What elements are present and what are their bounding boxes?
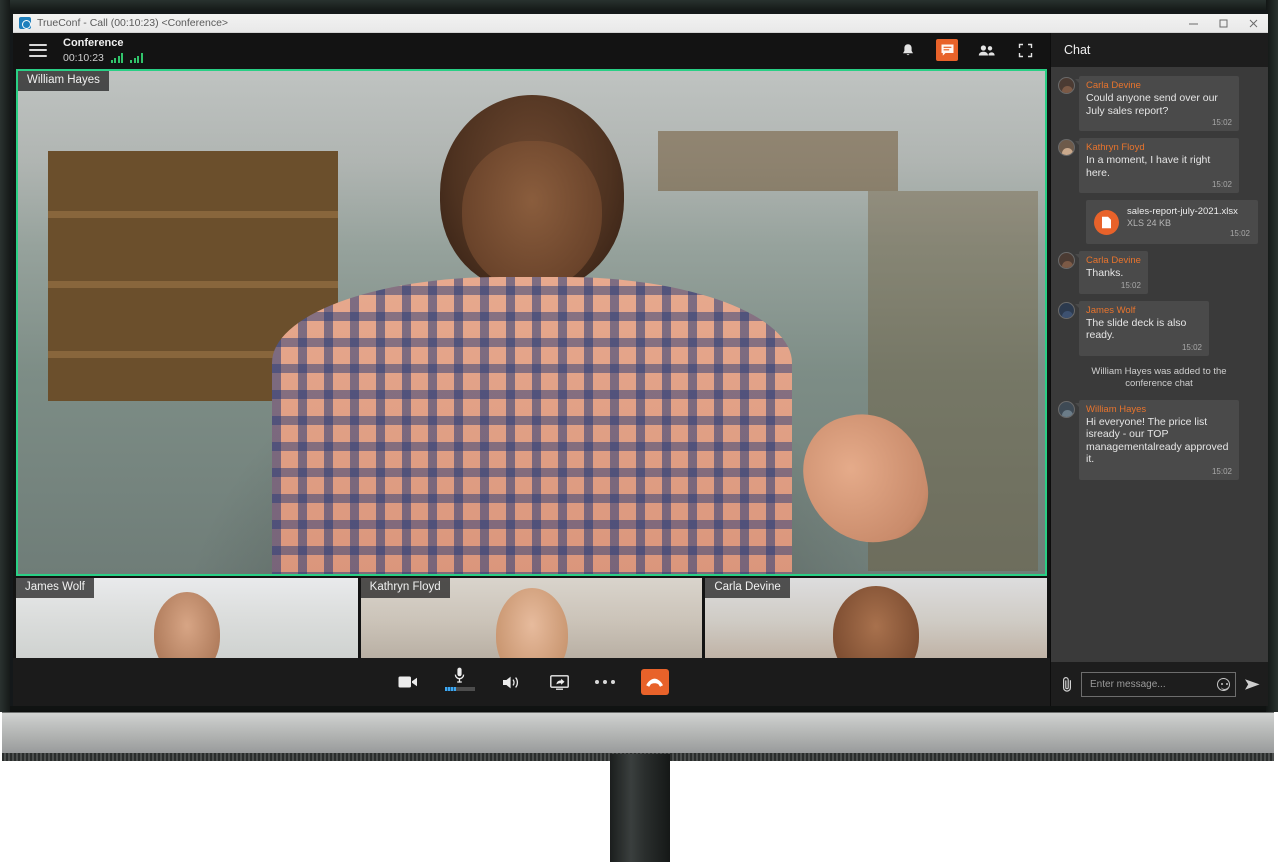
trueconf-app-window: TrueConf - Call (00:10:23) <Conference> <box>13 14 1268 706</box>
thumbnail-strip: James Wolf Kathryn Floyd Carla Devine <box>16 578 1048 658</box>
speaker-face <box>461 141 602 291</box>
message-time: 15:02 <box>1181 342 1202 352</box>
chat-panel: Chat Carla Devine Could anyone send over… <box>1050 33 1268 706</box>
monitor-frame: TrueConf - Call (00:10:23) <Conference> <box>0 0 1278 866</box>
chat-icon[interactable] <box>936 39 958 61</box>
conference-header: Conference 00:10:23 <box>13 33 1050 67</box>
file-size: XLS 24 KB <box>1127 218 1172 228</box>
participants-icon[interactable] <box>975 39 997 61</box>
message-text: The slide deck is also ready. <box>1086 316 1187 342</box>
paperclip-icon[interactable] <box>1060 674 1074 694</box>
speaker-body <box>271 277 792 574</box>
message-bubble: Carla Devine Thanks. 15:02 <box>1075 251 1148 294</box>
thumbnail-name: Carla Devine <box>705 578 790 598</box>
monitor-screen: TrueConf - Call (00:10:23) <Conference> <box>10 10 1268 706</box>
chat-message: James Wolf The slide deck is also ready.… <box>1058 300 1260 356</box>
bezel-left-edge <box>0 0 10 712</box>
chat-message: Kathryn Floyd In a moment, I have it rig… <box>1058 138 1260 193</box>
more-options-icon[interactable] <box>594 680 615 684</box>
conference-status-row: 00:10:23 <box>63 52 143 64</box>
avatar <box>1058 301 1075 319</box>
message-text: Hi everyone! The price list isready - ou… <box>1086 415 1229 466</box>
thumbnail-james-wolf[interactable]: James Wolf <box>16 578 358 658</box>
message-input-placeholder: Enter message... <box>1090 678 1166 690</box>
avatar <box>1058 400 1075 418</box>
call-timer: 00:10:23 <box>63 51 104 64</box>
message-time: 15:02 <box>1229 229 1250 238</box>
message-sender: James Wolf <box>1086 304 1136 316</box>
hamburger-menu-icon[interactable] <box>29 43 47 57</box>
maximize-icon[interactable] <box>1208 14 1238 32</box>
signal-bars-icon <box>130 52 143 63</box>
message-time: 15:02 <box>1211 466 1232 476</box>
close-icon[interactable] <box>1238 14 1268 32</box>
message-sender: Kathryn Floyd <box>1086 142 1145 153</box>
thumbnail-name: Kathryn Floyd <box>360 578 450 598</box>
chat-message: William Hayes Hi everyone! The price lis… <box>1058 399 1260 480</box>
message-time: 15:02 <box>1211 180 1232 189</box>
trueconf-icon <box>19 17 31 29</box>
signal-bars-icon <box>110 52 124 63</box>
avatar <box>1058 252 1075 269</box>
chat-message: Carla Devine Could anyone send over our … <box>1058 76 1260 131</box>
chat-system-message: William Hayes was added to the conferenc… <box>1091 365 1227 389</box>
avatar <box>1058 139 1075 156</box>
active-speaker-photo <box>18 71 1045 574</box>
monitor-stand-foot <box>268 818 1015 866</box>
thumbnail-kathryn-floyd[interactable]: Kathryn Floyd <box>360 578 703 658</box>
fullscreen-icon[interactable] <box>1014 39 1036 61</box>
message-time: 15:02 <box>1211 118 1232 127</box>
microphone-icon[interactable] <box>443 667 477 697</box>
call-control-bar <box>13 658 1050 706</box>
file-meta: sales-report-july-2021.xlsx XLS 24 KB 15… <box>1127 206 1250 239</box>
conference-title-block: Conference 00:10:23 <box>63 37 143 64</box>
bezel-top-edge <box>0 0 1278 10</box>
conference-actions <box>897 39 1036 61</box>
camera-icon[interactable] <box>395 669 421 695</box>
message-bubble: Carla Devine Could anyone send over our … <box>1075 76 1239 131</box>
chat-message-list[interactable]: Carla Devine Could anyone send over our … <box>1051 67 1268 662</box>
avatar <box>1058 77 1075 94</box>
video-stage: William Hayes James Wolf Kathryn Floyd C… <box>13 67 1050 658</box>
conference-area: Conference 00:10:23 William Hayes James … <box>13 33 1050 706</box>
send-icon[interactable] <box>1243 675 1261 693</box>
message-text: Thanks. <box>1086 267 1124 279</box>
message-sender: Carla Devine <box>1086 80 1141 91</box>
message-time: 15:02 <box>1120 280 1141 290</box>
chat-panel-header: Chat <box>1051 33 1268 67</box>
notifications-bell-icon[interactable] <box>897 39 919 61</box>
window-controls <box>1178 14 1268 32</box>
message-bubble: James Wolf The slide deck is also ready.… <box>1075 300 1209 356</box>
screen-share-icon[interactable] <box>547 669 573 695</box>
message-sender: Carla Devine <box>1086 255 1141 266</box>
mic-level-meter <box>444 687 475 691</box>
thumbnail-name: James Wolf <box>16 578 94 598</box>
file-icon <box>1094 210 1119 235</box>
chat-message: Carla Devine Thanks. 15:02 <box>1058 251 1260 294</box>
minimize-icon[interactable] <box>1178 14 1208 32</box>
message-sender: William Hayes <box>1086 403 1147 415</box>
chat-title: Chat <box>1064 43 1091 57</box>
active-speaker-video[interactable]: William Hayes <box>16 69 1047 576</box>
hangup-icon[interactable] <box>640 669 669 695</box>
chat-file-attachment[interactable]: sales-report-july-2021.xlsx XLS 24 KB 15… <box>1086 200 1258 244</box>
message-input[interactable]: Enter message... <box>1081 671 1236 697</box>
message-text: Could anyone send over our July sales re… <box>1086 92 1218 117</box>
speaker-icon[interactable] <box>499 669 525 695</box>
smiley-icon[interactable] <box>1217 677 1230 691</box>
message-text: In a moment, I have it right here. <box>1086 154 1211 179</box>
file-name: sales-report-july-2021.xlsx <box>1127 206 1238 217</box>
thumbnail-carla-devine[interactable]: Carla Devine <box>705 578 1048 658</box>
app-body: Conference 00:10:23 William Hayes James … <box>13 33 1268 706</box>
chat-input-row: Enter message... <box>1051 662 1268 706</box>
window-titlebar: TrueConf - Call (00:10:23) <Conference> <box>13 14 1268 33</box>
message-bubble: William Hayes Hi everyone! The price lis… <box>1075 399 1239 480</box>
monitor-base-bar <box>2 712 1274 761</box>
active-speaker-name: William Hayes <box>18 71 109 91</box>
window-title: TrueConf - Call (00:10:23) <Conference> <box>37 17 229 29</box>
conference-name: Conference <box>63 36 124 49</box>
message-bubble: Kathryn Floyd In a moment, I have it rig… <box>1075 138 1239 193</box>
